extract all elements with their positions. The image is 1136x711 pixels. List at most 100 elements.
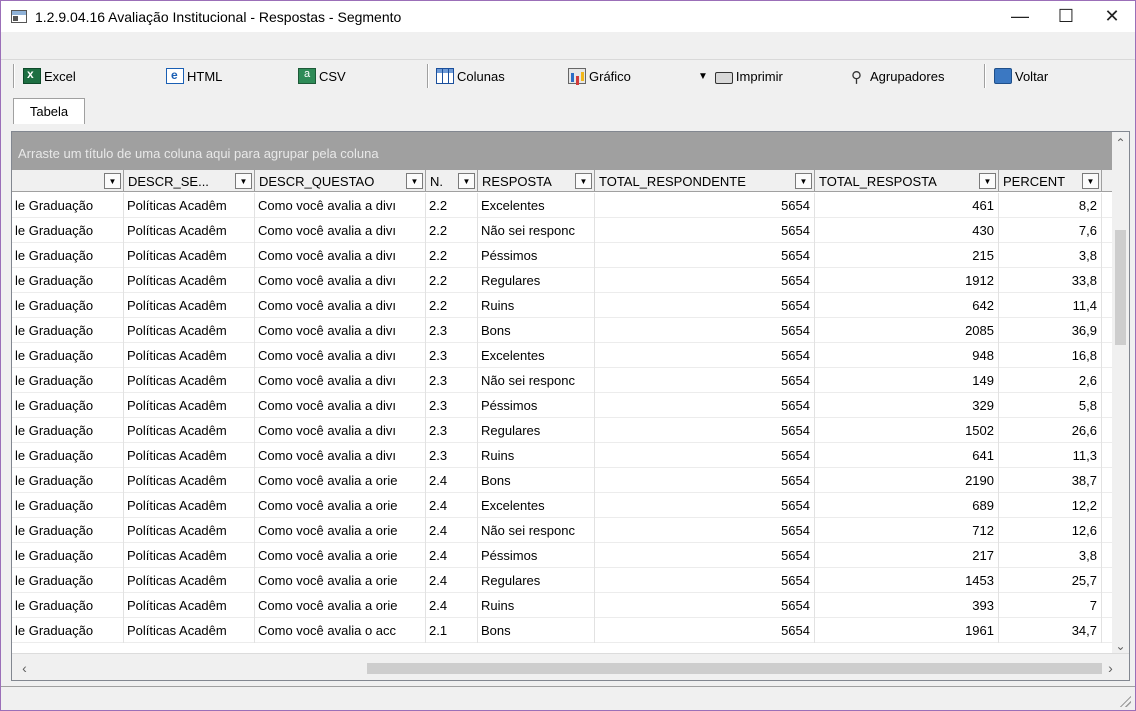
html-button[interactable]: HTML (166, 65, 222, 87)
cell-col-descr-se[interactable]: Políticas Acadêm (124, 293, 255, 318)
cell-col-descr-se[interactable]: Políticas Acadêm (124, 418, 255, 443)
cell-col-total-resposta[interactable]: 215 (815, 243, 999, 268)
vertical-scroll-thumb[interactable] (1115, 230, 1126, 345)
dropdown-arrow-icon[interactable]: ▼ (698, 71, 708, 82)
cell-col-descr-questao[interactable]: Como você avalia a divı (255, 368, 426, 393)
filter-dropdown-icon[interactable]: ▼ (979, 173, 996, 189)
cell-col-percent[interactable]: 11,4 (999, 293, 1102, 318)
cell-col-total-resposta[interactable]: 1961 (815, 618, 999, 643)
cell-col-resposta[interactable]: Regulares (478, 418, 595, 443)
cell-col-percent[interactable]: 3,8 (999, 243, 1102, 268)
cell-col-descr-questao[interactable]: Como você avalia a orie (255, 593, 426, 618)
header-col-total-resposta[interactable]: TOTAL_RESPOSTA ▼ (815, 170, 999, 192)
horizontal-scroll-thumb[interactable] (367, 663, 1102, 674)
cell-col-segment[interactable]: le Graduação (12, 618, 124, 643)
table-row[interactable]: le Graduação Políticas Acadêm Como você av… (12, 393, 1118, 418)
filter-dropdown-icon[interactable]: ▼ (575, 173, 592, 189)
scroll-up-icon[interactable]: ⌃ (1112, 134, 1129, 151)
cell-col-segment[interactable]: le Graduação (12, 318, 124, 343)
cell-col-percent[interactable]: 7 (999, 593, 1102, 618)
cell-col-segment[interactable]: le Graduação (12, 293, 124, 318)
toolbar-grip[interactable] (13, 64, 15, 88)
group-by-panel[interactable]: Arraste um título de uma coluna aqui par… (12, 132, 1118, 170)
cell-col-descr-questao[interactable]: Como você avalia a divı (255, 243, 426, 268)
cell-col-total-resposta[interactable]: 1453 (815, 568, 999, 593)
cell-col-total-resposta[interactable]: 642 (815, 293, 999, 318)
cell-col-percent[interactable]: 16,8 (999, 343, 1102, 368)
cell-col-percent[interactable]: 33,8 (999, 268, 1102, 293)
cell-col-total-resposta[interactable]: 149 (815, 368, 999, 393)
cell-col-percent[interactable]: 11,3 (999, 443, 1102, 468)
cell-col-total-respondente[interactable]: 5654 (595, 443, 815, 468)
minimize-button[interactable]: — (997, 1, 1043, 32)
cell-col-percent[interactable]: 5,8 (999, 393, 1102, 418)
filter-dropdown-icon[interactable]: ▼ (1082, 173, 1099, 189)
cell-col-descr-questao[interactable]: Como você avalia a divı (255, 343, 426, 368)
cell-col-descr-se[interactable]: Políticas Acadêm (124, 218, 255, 243)
cell-col-resposta[interactable]: Péssimos (478, 543, 595, 568)
cell-col-resposta[interactable]: Ruins (478, 443, 595, 468)
cell-col-descr-se[interactable]: Políticas Acadêm (124, 518, 255, 543)
tab-tabela[interactable]: Tabela (13, 98, 85, 124)
cell-col-descr-questao[interactable]: Como você avalia a divı (255, 393, 426, 418)
header-col-n[interactable]: N. ▼ (426, 170, 478, 192)
table-row[interactable]: le Graduação Políticas Acadêm Como você av… (12, 543, 1118, 568)
cell-col-descr-questao[interactable]: Como você avalia o acc (255, 618, 426, 643)
cell-col-resposta[interactable]: Bons (478, 618, 595, 643)
cell-col-resposta[interactable]: Não sei responc (478, 368, 595, 393)
cell-col-total-respondente[interactable]: 5654 (595, 243, 815, 268)
cell-col-total-respondente[interactable]: 5654 (595, 193, 815, 218)
cell-col-descr-questao[interactable]: Como você avalia a orie (255, 543, 426, 568)
cell-col-resposta[interactable]: Bons (478, 468, 595, 493)
cell-col-n[interactable]: 2.4 (426, 518, 478, 543)
table-row[interactable]: le Graduação Políticas Acadêm Como você av… (12, 193, 1118, 218)
cell-col-total-resposta[interactable]: 329 (815, 393, 999, 418)
cell-col-total-resposta[interactable]: 1912 (815, 268, 999, 293)
cell-col-descr-questao[interactable]: Como você avalia a orie (255, 518, 426, 543)
cell-col-total-respondente[interactable]: 5654 (595, 518, 815, 543)
cell-col-total-resposta[interactable]: 2085 (815, 318, 999, 343)
table-row[interactable]: le Graduação Políticas Acadêm Como você av… (12, 343, 1118, 368)
cell-col-percent[interactable]: 2,6 (999, 368, 1102, 393)
cell-col-segment[interactable]: le Graduação (12, 218, 124, 243)
cell-col-n[interactable]: 2.4 (426, 593, 478, 618)
table-row[interactable]: le Graduação Políticas Acadêm Como você av… (12, 293, 1118, 318)
cell-col-descr-se[interactable]: Políticas Acadêm (124, 393, 255, 418)
cell-col-percent[interactable]: 12,2 (999, 493, 1102, 518)
cell-col-n[interactable]: 2.3 (426, 418, 478, 443)
table-row[interactable]: le Graduação Políticas Acadêm Como você av… (12, 568, 1118, 593)
cell-col-segment[interactable]: le Graduação (12, 443, 124, 468)
filter-dropdown-icon[interactable]: ▼ (795, 173, 812, 189)
cell-col-n[interactable]: 2.2 (426, 243, 478, 268)
cell-col-descr-questao[interactable]: Como você avalia a divı (255, 443, 426, 468)
cell-col-total-respondente[interactable]: 5654 (595, 568, 815, 593)
table-row[interactable]: le Graduação Políticas Acadêm Como você av… (12, 468, 1118, 493)
cell-col-total-resposta[interactable]: 689 (815, 493, 999, 518)
header-col-descr-se[interactable]: DESCR_SE... ▼ (124, 170, 255, 192)
cell-col-percent[interactable]: 34,7 (999, 618, 1102, 643)
cell-col-total-resposta[interactable]: 641 (815, 443, 999, 468)
cell-col-descr-questao[interactable]: Como você avalia a divı (255, 218, 426, 243)
cell-col-resposta[interactable]: Não sei responc (478, 518, 595, 543)
cell-col-n[interactable]: 2.2 (426, 268, 478, 293)
cell-col-descr-questao[interactable]: Como você avalia a divı (255, 418, 426, 443)
cell-col-total-resposta[interactable]: 430 (815, 218, 999, 243)
cell-col-total-respondente[interactable]: 5654 (595, 618, 815, 643)
filter-dropdown-icon[interactable]: ▼ (104, 173, 121, 189)
cell-col-n[interactable]: 2.3 (426, 393, 478, 418)
header-col-descr-questao[interactable]: DESCR_QUESTAO ▼ (255, 170, 426, 192)
table-row[interactable]: le Graduação Políticas Acadêm Como você av… (12, 593, 1118, 618)
cell-col-total-resposta[interactable]: 217 (815, 543, 999, 568)
table-row[interactable]: le Graduação Políticas Acadêm Como você av… (12, 243, 1118, 268)
excel-button[interactable]: Excel (23, 65, 76, 87)
cell-col-n[interactable]: 2.2 (426, 218, 478, 243)
cell-col-descr-se[interactable]: Políticas Acadêm (124, 443, 255, 468)
cell-col-descr-questao[interactable]: Como você avalia a orie (255, 468, 426, 493)
table-row[interactable]: le Graduação Políticas Acadêm Como você av… (12, 268, 1118, 293)
cell-col-n[interactable]: 2.4 (426, 468, 478, 493)
cell-col-segment[interactable]: le Graduação (12, 593, 124, 618)
cell-col-descr-questao[interactable]: Como você avalia a orie (255, 493, 426, 518)
cell-col-segment[interactable]: le Graduação (12, 543, 124, 568)
cell-col-descr-se[interactable]: Políticas Acadêm (124, 593, 255, 618)
cell-col-resposta[interactable]: Regulares (478, 568, 595, 593)
